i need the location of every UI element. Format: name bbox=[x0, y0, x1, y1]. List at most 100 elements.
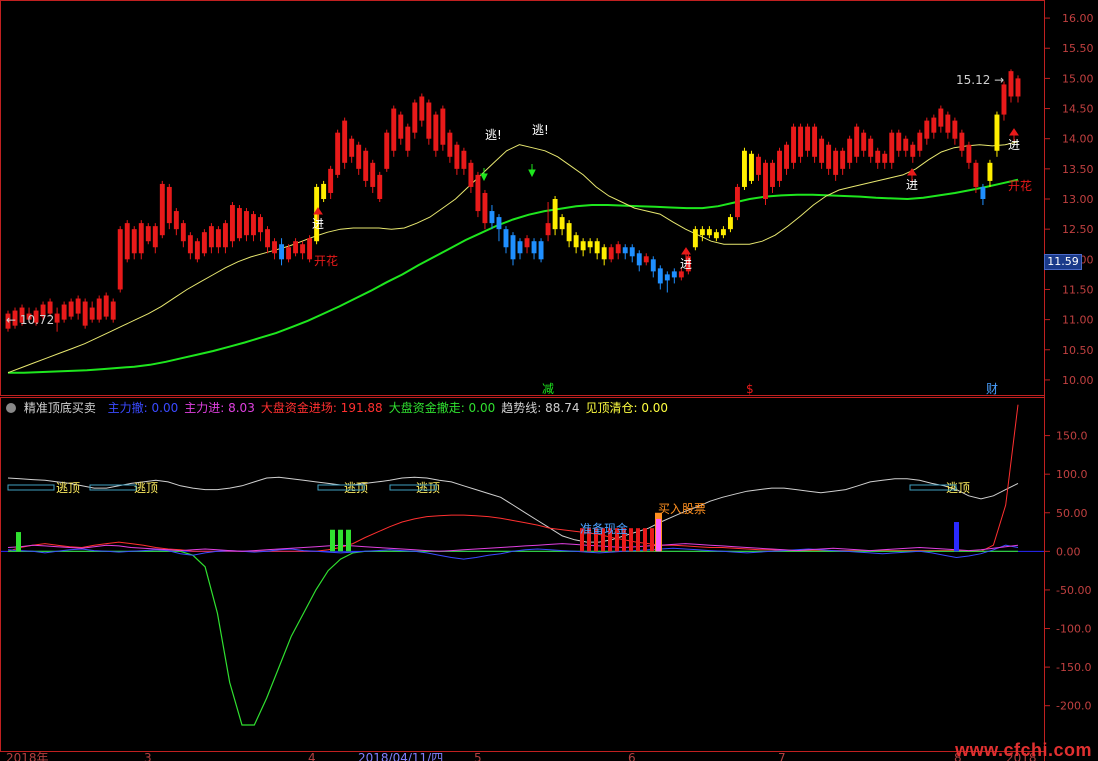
indicator-series bbox=[7, 404, 1019, 726]
candle-body bbox=[749, 153, 754, 181]
candle-body bbox=[110, 301, 116, 320]
candle-body bbox=[861, 132, 867, 151]
legend-items: 主力撤: 0.00 主力进: 8.03 大盘资金进场: 191.88 大盘资金撤走: … bbox=[108, 401, 674, 415]
candle-body bbox=[391, 108, 397, 151]
candle-body bbox=[454, 144, 460, 169]
prepare-bar bbox=[636, 528, 640, 552]
indicator-line bbox=[7, 476, 1019, 543]
time-label: 3 bbox=[144, 751, 152, 761]
candle-body bbox=[356, 144, 362, 169]
collapse-icon[interactable] bbox=[6, 403, 16, 413]
candlestick-series bbox=[5, 69, 1021, 332]
candle-body bbox=[854, 126, 860, 157]
candle-body bbox=[910, 144, 916, 157]
candle-body bbox=[938, 108, 944, 127]
candle-body bbox=[159, 183, 165, 236]
indicator-tick-label: 0.00 bbox=[1056, 545, 1081, 558]
candle-body bbox=[903, 138, 909, 151]
legend-item: 趋势线: 88.74 bbox=[501, 401, 580, 415]
indicator-axis: 150.0 100.0 50.00 0.00 -50.00 -100.0 -150.0 -20… bbox=[1, 430, 1091, 713]
candle-body bbox=[517, 241, 523, 254]
candle-body bbox=[286, 247, 292, 260]
candle-body bbox=[889, 132, 895, 163]
candle-body bbox=[258, 217, 263, 233]
candle-body bbox=[713, 232, 719, 239]
candle-body bbox=[805, 126, 811, 151]
candle-body bbox=[763, 162, 768, 200]
candle-body bbox=[152, 226, 158, 248]
price-tick-label: 12.50 bbox=[1062, 223, 1094, 236]
prepare-bar bbox=[643, 528, 647, 552]
candle-body bbox=[187, 235, 193, 254]
candle-body bbox=[405, 126, 411, 151]
time-label: 6 bbox=[628, 751, 636, 761]
marker-label: 减 bbox=[542, 382, 554, 396]
candle-body bbox=[931, 117, 937, 133]
candle-body bbox=[138, 223, 144, 254]
candle-body bbox=[489, 211, 495, 224]
candle-body bbox=[657, 268, 663, 284]
candle-body bbox=[671, 271, 677, 278]
bloom-label: 开花 bbox=[1008, 178, 1032, 193]
candle-body bbox=[629, 247, 635, 257]
candle-body bbox=[973, 162, 979, 187]
candle-body bbox=[89, 307, 95, 320]
candle-body bbox=[531, 241, 537, 254]
candle-body bbox=[650, 259, 656, 272]
candle-body bbox=[608, 247, 614, 260]
candle-body bbox=[742, 150, 747, 187]
candle-body bbox=[699, 229, 705, 236]
candle-body bbox=[987, 162, 993, 181]
candle-body bbox=[82, 301, 88, 326]
candle-body bbox=[180, 223, 186, 242]
candle-body bbox=[945, 114, 951, 133]
min-price-label: ← 10.72 bbox=[6, 313, 54, 327]
candle-body bbox=[643, 256, 649, 263]
candle-body bbox=[777, 150, 782, 181]
indicator-line bbox=[8, 550, 1018, 726]
candle-body bbox=[706, 229, 712, 236]
candle-body bbox=[538, 241, 544, 260]
marker-label: $ bbox=[746, 382, 754, 396]
flee-top-label: 逃顶 bbox=[946, 481, 970, 495]
candle-body bbox=[812, 126, 818, 157]
candle-body bbox=[896, 132, 902, 151]
legend-item: 主力进: 8.03 bbox=[184, 401, 255, 415]
price-tick-label: 15.50 bbox=[1062, 42, 1094, 55]
candle-body bbox=[882, 153, 888, 163]
candle-body bbox=[68, 301, 74, 317]
candle-body bbox=[293, 241, 299, 254]
price-tick-label: 13.50 bbox=[1062, 163, 1094, 176]
candle-body bbox=[194, 241, 200, 260]
buy-bar-inner bbox=[656, 518, 661, 552]
price-tick-label: 14.00 bbox=[1062, 133, 1094, 146]
prepare-bar bbox=[650, 528, 654, 552]
signal-bar bbox=[346, 529, 351, 552]
candle-body bbox=[307, 238, 313, 260]
time-label: 2018年 bbox=[6, 751, 49, 761]
price-tick-label: 10.50 bbox=[1062, 344, 1094, 357]
candle-body bbox=[166, 186, 172, 224]
candle-body bbox=[124, 223, 130, 260]
price-tick-label: 11.50 bbox=[1062, 283, 1094, 296]
candle-body bbox=[222, 223, 228, 248]
candle-body bbox=[370, 162, 376, 187]
candle-body bbox=[96, 298, 102, 320]
time-axis: 2018年 3 4 2018/04/11/四 5 6 7 8 2018 bbox=[6, 751, 1037, 761]
candle-body bbox=[959, 132, 965, 151]
candle-body bbox=[208, 226, 214, 248]
candle-body bbox=[826, 144, 832, 169]
candle-body bbox=[496, 217, 502, 230]
indicator-tick-label: 150.0 bbox=[1056, 430, 1088, 443]
candle-body bbox=[475, 174, 481, 212]
candle-body bbox=[54, 313, 60, 323]
indicator-line bbox=[7, 404, 1019, 552]
candle-body bbox=[594, 241, 600, 254]
candle-body bbox=[678, 271, 684, 278]
candle-body bbox=[966, 144, 972, 163]
candle-body bbox=[1001, 84, 1007, 115]
candle-body bbox=[924, 120, 930, 139]
candle-body bbox=[784, 144, 789, 169]
signal-bar bbox=[954, 522, 959, 552]
candle-body bbox=[419, 96, 425, 121]
